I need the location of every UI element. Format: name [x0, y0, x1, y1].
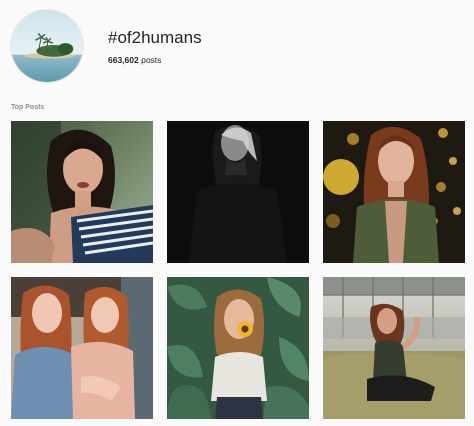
portrait-photo-icon — [323, 121, 465, 263]
post-woman-dark-bw[interactable] — [167, 121, 309, 263]
portrait-photo-icon — [11, 277, 153, 419]
post-woman-bokeh-lights[interactable] — [323, 121, 465, 263]
portrait-photo-icon — [167, 121, 309, 263]
post-woman-sunflower[interactable] — [167, 277, 309, 419]
post-two-redheads[interactable] — [11, 277, 153, 419]
portrait-photo-icon — [167, 277, 309, 419]
post-woman-striped-top[interactable] — [11, 121, 153, 263]
post-woman-sitting-grass[interactable] — [323, 277, 465, 419]
portrait-photo-icon — [11, 121, 153, 263]
portrait-photo-icon — [323, 277, 465, 419]
top-posts-grid — [0, 0, 474, 426]
